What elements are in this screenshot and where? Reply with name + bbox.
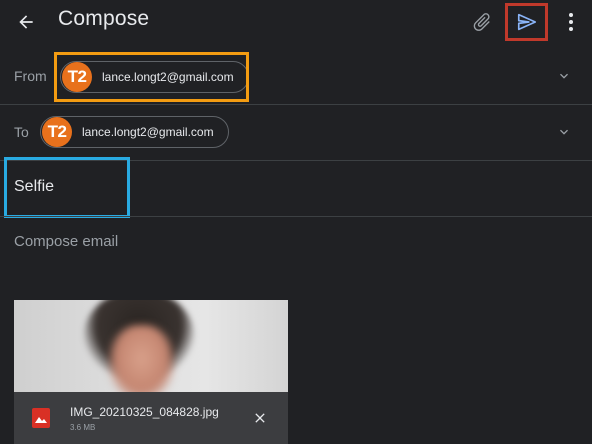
more-options-button[interactable] <box>560 8 582 36</box>
divider <box>0 216 592 217</box>
to-email: lance.longt2@gmail.com <box>82 125 214 139</box>
compose-body-field[interactable]: Compose email <box>14 233 118 250</box>
to-label: To <box>14 124 29 140</box>
back-button[interactable] <box>12 8 40 36</box>
to-expand-button[interactable] <box>554 122 574 142</box>
to-row: To T2 lance.longt2@gmail.com <box>0 104 592 160</box>
page-title: Compose <box>58 7 150 30</box>
more-vert-icon <box>569 13 573 31</box>
image-file-icon <box>32 408 50 428</box>
close-icon <box>255 413 265 423</box>
remove-attachment-button[interactable] <box>248 406 272 430</box>
chevron-down-icon <box>560 129 568 135</box>
attachment-thumbnail <box>14 300 288 392</box>
attachment-file-name: IMG_20210325_084828.jpg <box>70 405 219 419</box>
subject-highlight-box <box>4 157 130 218</box>
attachment-file-size: 3.6 MB <box>70 423 96 432</box>
recipient-chip[interactable]: T2 lance.longt2@gmail.com <box>40 116 229 148</box>
attach-button[interactable] <box>468 8 496 36</box>
from-label: From <box>14 68 47 84</box>
compose-screen: Compose From T2 lance.longt2@gmail.com T… <box>0 0 592 444</box>
paperclip-icon <box>473 13 490 31</box>
arrow-back-icon <box>19 15 33 29</box>
to-avatar: T2 <box>42 117 72 147</box>
attachment-info-bar: IMG_20210325_084828.jpg 3.6 MB <box>14 392 288 444</box>
send-icon <box>517 13 536 31</box>
from-expand-button[interactable] <box>554 66 574 86</box>
chevron-down-icon <box>560 73 568 79</box>
from-highlight-box <box>54 52 249 102</box>
top-app-bar: Compose <box>0 0 592 44</box>
send-button[interactable] <box>505 3 548 41</box>
attachment-card[interactable]: IMG_20210325_084828.jpg 3.6 MB <box>14 300 288 444</box>
